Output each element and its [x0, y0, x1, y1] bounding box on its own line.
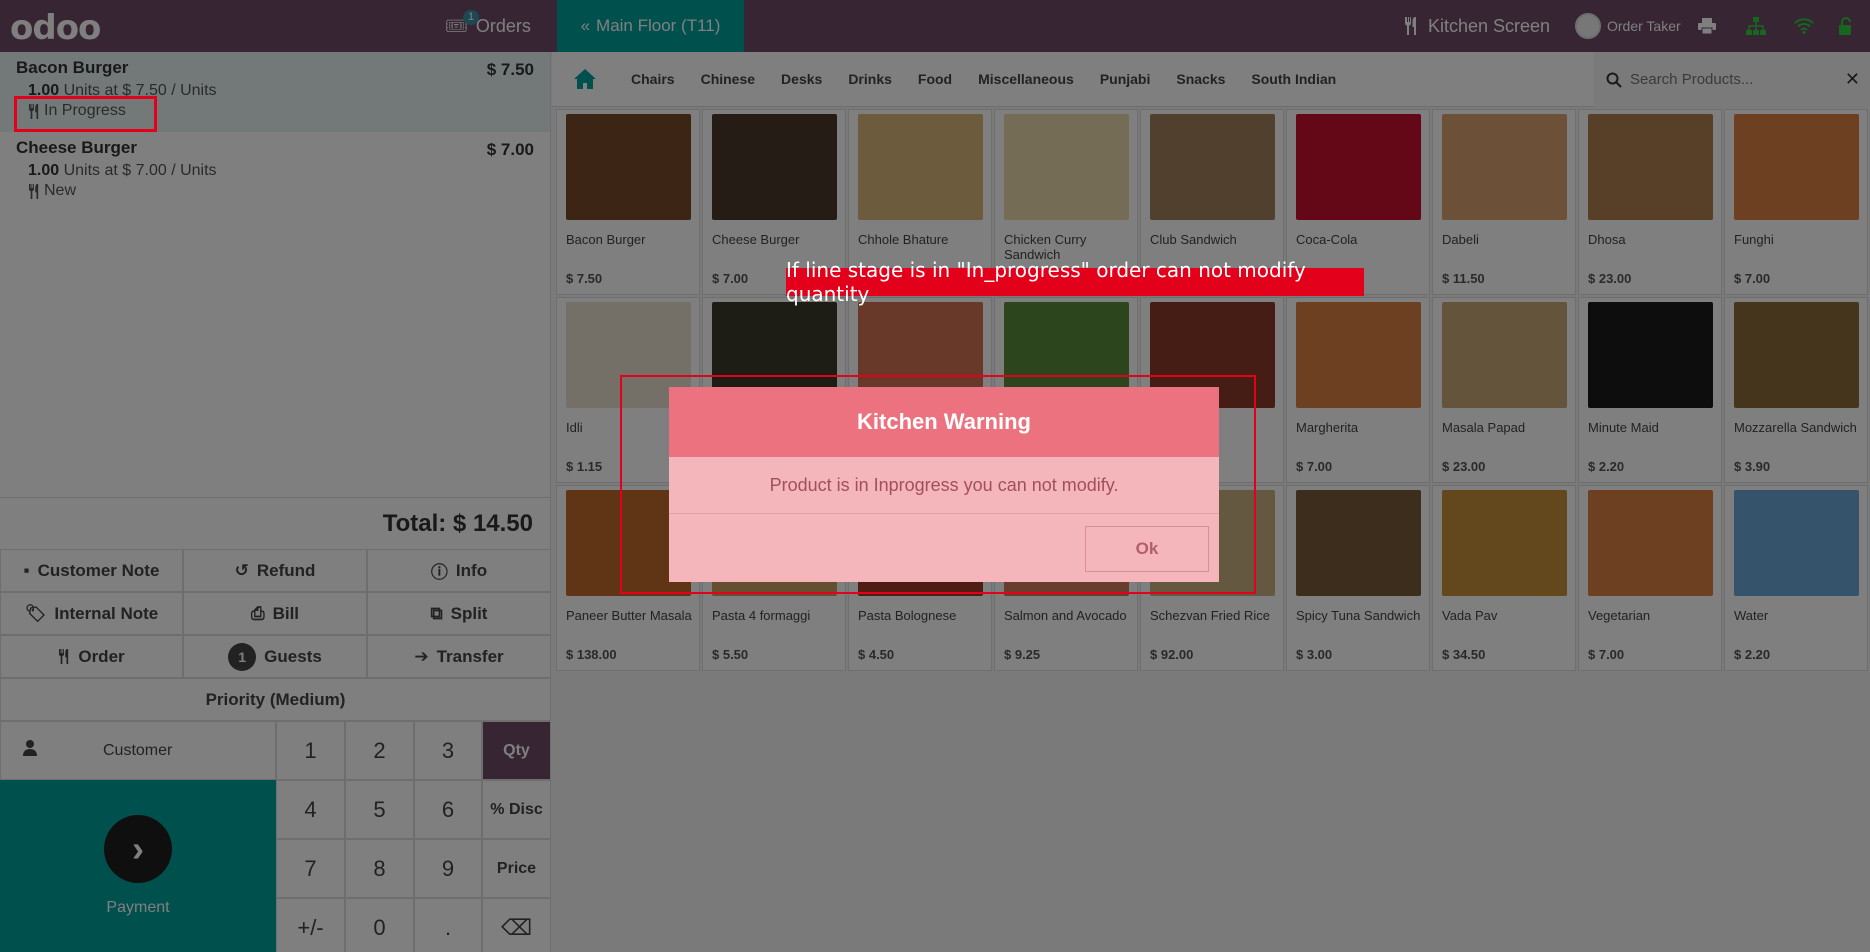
annotation-box [620, 375, 1256, 594]
annotation-label: If line stage is in "In_progress" order … [786, 258, 1364, 306]
stage-highlight-box [14, 96, 157, 132]
